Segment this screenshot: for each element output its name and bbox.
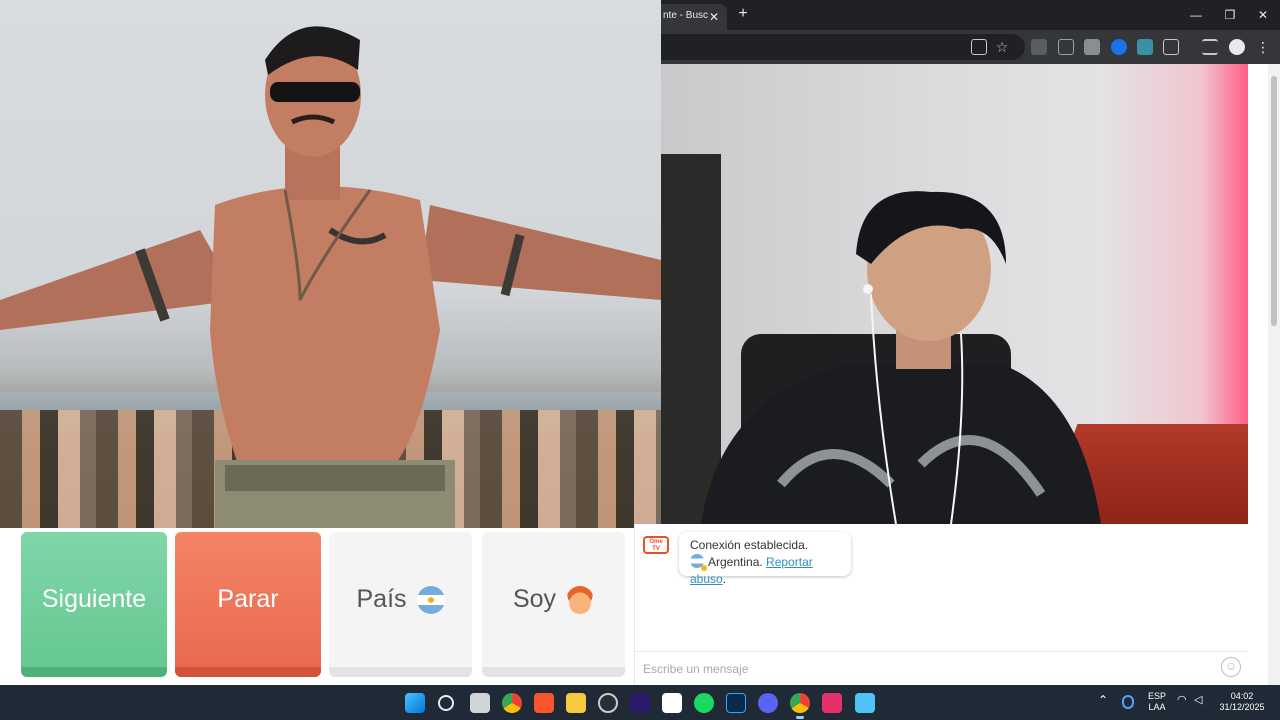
windows-start-icon[interactable] [405,693,425,713]
self-video [661,64,1248,524]
brave-icon[interactable] [534,693,554,713]
premiere-icon[interactable] [630,693,650,713]
message-input-bar: ☺ [635,651,1248,685]
window-minimize-button[interactable]: — [1187,6,1205,24]
language-indicator[interactable]: ESP LAA [1146,691,1168,713]
screen: nte - Busc ✕ + — ❐ ✕ ☆ ⋮ Siguiente Parar… [0,0,1280,720]
next-button-label: Siguiente [41,585,147,613]
notepad-icon[interactable] [855,693,875,713]
next-button[interactable]: Siguiente [21,532,167,677]
gender-button-label: Soy [512,585,557,613]
boy-emoji-icon [566,585,595,614]
gender-select-button[interactable]: Soy [482,532,625,677]
microphone-icon[interactable] [1122,695,1134,709]
capcut-icon[interactable] [662,693,682,713]
stranger-figure [0,26,661,528]
self-figure [701,191,1101,524]
task-view-icon[interactable] [470,693,490,713]
extension-vs-icon[interactable] [1058,39,1074,55]
wifi-icon[interactable]: ◠ [1177,695,1187,706]
spotify-icon[interactable] [694,693,714,713]
stop-button[interactable]: Parar [175,532,321,677]
new-tab-button[interactable]: + [735,6,751,22]
reading-list-icon[interactable] [1202,39,1218,55]
message-input[interactable] [643,658,1203,680]
window-maximize-button[interactable]: ❐ [1221,6,1239,24]
extension-shazam-icon[interactable] [1111,39,1127,55]
browser-menu-icon[interactable]: ⋮ [1255,39,1271,55]
stranger-video [0,0,661,528]
connection-status-text: Conexión establecida. [690,538,809,552]
smiley-icon[interactable]: ☺ [1221,657,1241,677]
browser-tab-title: nte - Busc [663,10,709,21]
argentina-flag-icon [690,554,707,571]
volume-icon[interactable]: ◁ [1194,695,1202,706]
argentina-flag-icon [416,585,445,614]
controls-panel: Siguiente Parar País Soy [0,528,634,685]
stranger-country-line: Argentina. Reportar abuso. [690,554,813,586]
chrome-active-icon[interactable] [790,693,810,713]
stop-button-label: Parar [217,585,279,613]
clock[interactable]: 04:02 31/12/2025 [1216,691,1268,713]
install-app-icon[interactable] [971,39,987,55]
photoshop-icon[interactable] [726,693,746,713]
country-button-label: País [356,585,407,613]
windows-taskbar: ⌃ ESP LAA ◠ ◁ 04:02 31/12/2025 [0,685,1280,720]
steam-icon[interactable] [598,693,618,713]
clock-date: 31/12/2025 [1219,702,1265,712]
window-close-button[interactable]: ✕ [1254,6,1272,24]
browser-tab[interactable]: nte - Busc ✕ [661,4,727,30]
extensions-puzzle-icon[interactable] [1163,39,1179,55]
tab-close-icon[interactable]: ✕ [708,11,720,23]
ometv-logo: Ome TV [643,536,669,554]
clock-time: 04:02 [1230,691,1254,701]
scrollbar-thumb[interactable] [1271,76,1277,326]
active-app-indicator [796,716,804,719]
chrome-icon[interactable] [502,693,522,713]
search-icon[interactable] [438,695,454,711]
system-message-bubble: Conexión establecida. Argentina. Reporta… [679,532,851,586]
show-hidden-icons-chevron-icon[interactable]: ⌃ [1098,694,1108,706]
browser-toolbar: ☆ ⋮ [661,30,1280,64]
chat-panel: Ome TV Conexión establecida. Argentina. … [634,524,1248,685]
extension-translate-icon[interactable] [1137,39,1153,55]
extension-code-icon[interactable] [1031,39,1047,55]
browser-tab-strip: nte - Busc ✕ + — ❐ ✕ [661,0,1280,30]
bookmark-star-icon[interactable]: ☆ [994,39,1010,55]
file-explorer-icon[interactable] [566,693,586,713]
stranger-country-name: Argentina. [708,555,763,569]
page-scrollbar[interactable] [1268,64,1280,685]
discord-icon[interactable] [758,693,778,713]
country-filter-button[interactable]: País [329,532,472,677]
tiktok-icon[interactable] [822,693,842,713]
profile-avatar-icon[interactable] [1229,39,1245,55]
extension-grid-icon[interactable] [1084,39,1100,55]
